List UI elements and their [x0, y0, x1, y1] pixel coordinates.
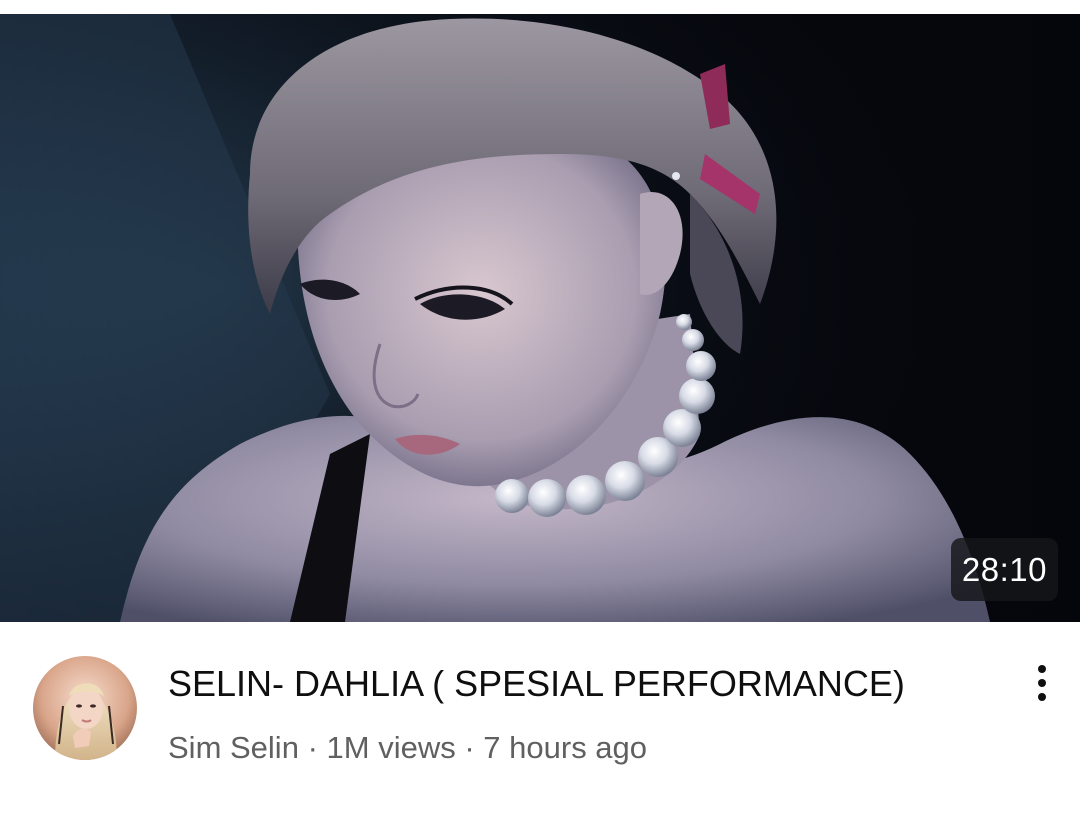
- menu-dot: [1038, 679, 1046, 687]
- separator: ·: [307, 730, 318, 765]
- thumbnail-image: [0, 14, 1080, 622]
- duration-badge: 28:10: [950, 538, 1058, 601]
- upload-age: 7 hours ago: [483, 730, 648, 765]
- video-thumbnail[interactable]: 28:10: [0, 14, 1080, 622]
- channel-name[interactable]: Sim Selin: [168, 730, 299, 765]
- separator: ·: [464, 730, 475, 765]
- menu-dot: [1038, 693, 1046, 701]
- view-count: 1M views: [326, 730, 456, 765]
- avatar-image: [33, 656, 137, 760]
- more-options-button[interactable]: [1018, 658, 1068, 708]
- channel-avatar[interactable]: [33, 656, 137, 760]
- video-title[interactable]: SELIN- DAHLIA ( SPESIAL PERFORMANCE): [168, 660, 988, 708]
- menu-dot: [1038, 665, 1046, 673]
- video-card: 28:10 SELIN- DAHLIA (SPESIAL PERFORMANC…: [0, 0, 1080, 818]
- video-meta: SELIN- DAHLIA ( SPESIAL PERFORMANCE) Sim…: [0, 622, 1080, 818]
- video-subline: Sim Selin · 1M views · 7 hours ago: [168, 726, 647, 770]
